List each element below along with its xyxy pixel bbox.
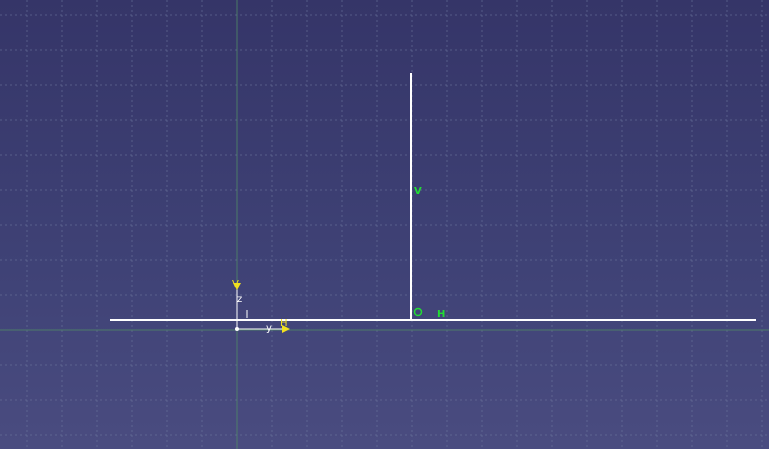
axis-compass: V z y H (232, 279, 290, 334)
compass-origin-icon (235, 327, 239, 331)
compass-y-label: y (266, 323, 272, 334)
compass-z-label: z (237, 294, 242, 305)
vertical-constraint-label[interactable]: V (414, 186, 422, 197)
grid (0, 0, 769, 449)
compass-v-label: V (232, 279, 239, 290)
coincidence-point-icon[interactable] (413, 307, 423, 317)
horizontal-constraint-label[interactable]: H (437, 309, 445, 320)
sketch-canvas[interactable]: V H V z y H (0, 0, 769, 449)
sketcher-viewport[interactable]: V H V z y H (0, 0, 769, 449)
compass-h-label: H (280, 318, 288, 329)
